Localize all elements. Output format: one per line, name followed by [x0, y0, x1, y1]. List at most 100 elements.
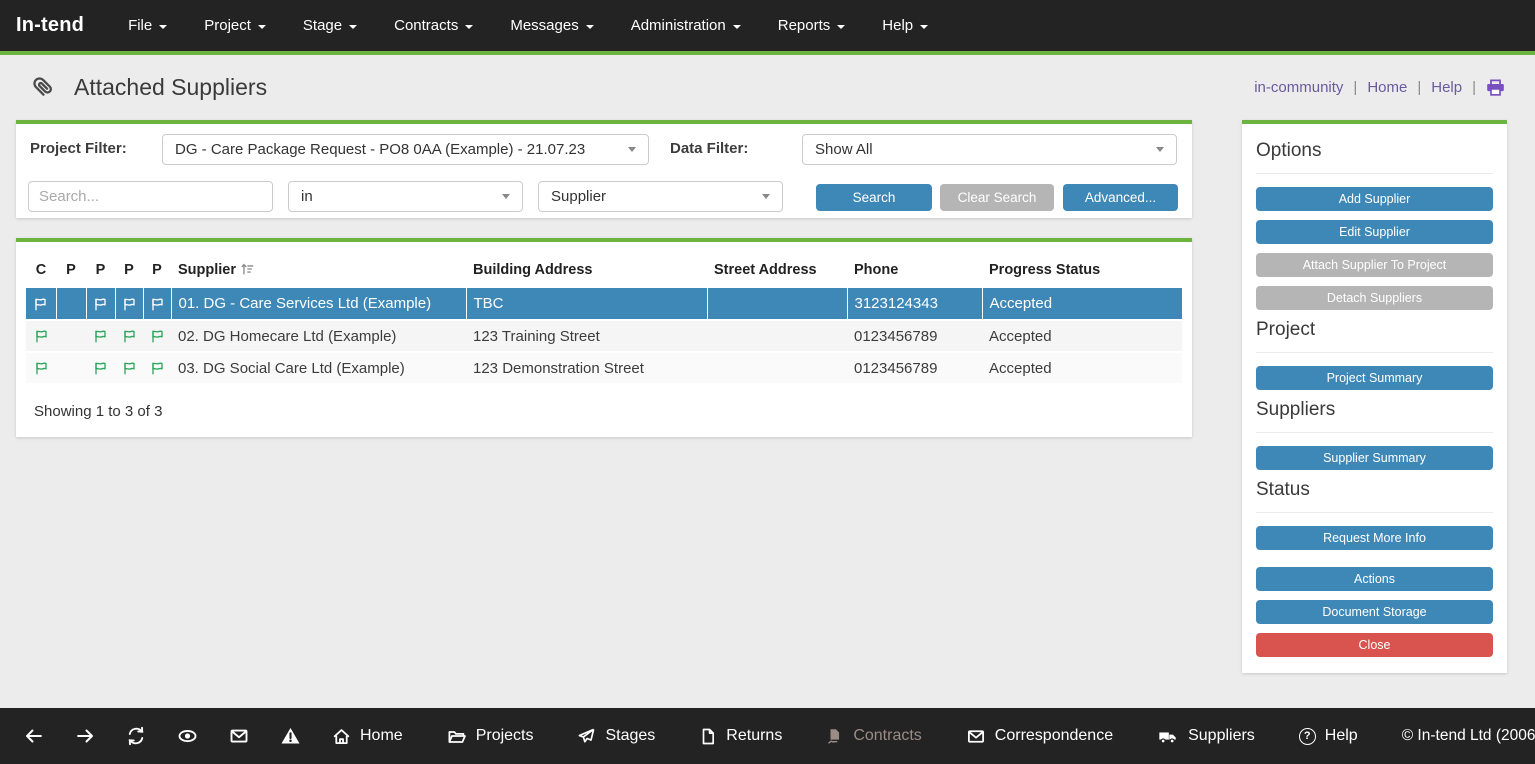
col-header-street-address[interactable]: Street Address	[707, 252, 847, 288]
search-input[interactable]	[28, 181, 273, 212]
project-filter-select[interactable]: DG - Care Package Request - PO8 0AA (Exa…	[162, 134, 649, 165]
table-header-row: C P P P P Supplier Building Address Stre…	[26, 252, 1182, 288]
flag-icon	[122, 329, 137, 344]
paper-plane-icon	[577, 727, 596, 746]
search-field-select[interactable]: Supplier	[538, 181, 783, 212]
app-brand: In-tend	[16, 14, 84, 37]
supplier-summary-button[interactable]: Supplier Summary	[1256, 446, 1493, 470]
flag-icon	[122, 361, 137, 376]
flag-icon	[150, 329, 165, 344]
warning-icon[interactable]	[280, 726, 301, 746]
sidebar-heading-status: Status	[1256, 479, 1493, 501]
actions-button[interactable]: Actions	[1256, 567, 1493, 591]
menu-messages[interactable]: Messages	[510, 17, 593, 34]
link-in-community[interactable]: in-community	[1254, 79, 1343, 96]
col-header-p3: P	[115, 252, 143, 288]
cell-progress-status: Accepted	[982, 320, 1182, 352]
request-more-info-button[interactable]: Request More Info	[1256, 526, 1493, 550]
cell-building-address: TBC	[466, 288, 707, 320]
caret-down-icon	[1156, 147, 1164, 152]
caret-down-icon	[349, 25, 357, 29]
cell-phone: 0123456789	[847, 352, 982, 384]
menu-help[interactable]: Help	[882, 17, 928, 34]
flag-icon	[93, 297, 108, 312]
document-storage-button[interactable]: Document Storage	[1256, 600, 1493, 624]
table-summary: Showing 1 to 3 of 3	[34, 403, 1192, 420]
divider	[1256, 173, 1493, 174]
cell-street-address	[707, 320, 847, 352]
printer-icon[interactable]	[1486, 79, 1505, 96]
detach-suppliers-button[interactable]: Detach Suppliers	[1256, 286, 1493, 310]
cell-phone: 3123124343	[847, 288, 982, 320]
caret-down-icon	[258, 25, 266, 29]
flag-icon	[33, 297, 48, 312]
col-header-phone[interactable]: Phone	[847, 252, 982, 288]
col-header-building-address[interactable]: Building Address	[466, 252, 707, 288]
attach-supplier-button[interactable]: Attach Supplier To Project	[1256, 253, 1493, 277]
cell-street-address	[707, 288, 847, 320]
close-button[interactable]: Close	[1256, 633, 1493, 657]
table-row[interactable]: 03. DG Social Care Ltd (Example) 123 Dem…	[26, 352, 1182, 384]
sidebar-heading-suppliers: Suppliers	[1256, 399, 1493, 421]
sidebar-heading-options: Options	[1256, 140, 1493, 162]
caret-down-icon	[502, 194, 510, 199]
cell-building-address: 123 Demonstration Street	[466, 352, 707, 384]
caret-down-icon	[733, 25, 741, 29]
top-navbar: In-tend File Project Stage Contracts Mes…	[0, 0, 1535, 55]
table-row[interactable]: 01. DG - Care Services Ltd (Example) TBC…	[26, 288, 1182, 320]
footer-item-returns[interactable]: Returns	[699, 727, 782, 746]
caret-down-icon	[628, 147, 636, 152]
edit-supplier-button[interactable]: Edit Supplier	[1256, 220, 1493, 244]
menu-contracts[interactable]: Contracts	[394, 17, 473, 34]
col-header-supplier[interactable]: Supplier	[171, 252, 466, 288]
cell-progress-status: Accepted	[982, 352, 1182, 384]
footer-item-help[interactable]: ? Help	[1299, 727, 1358, 745]
col-header-progress-status[interactable]: Progress Status	[982, 252, 1182, 288]
caret-down-icon	[586, 25, 594, 29]
search-operator-select[interactable]: in	[288, 181, 523, 212]
advanced-button[interactable]: Advanced...	[1063, 184, 1178, 211]
col-header-p4: P	[143, 252, 171, 288]
footer-item-stages[interactable]: Stages	[577, 727, 655, 746]
menu-stage[interactable]: Stage	[303, 17, 357, 34]
question-circle-icon: ?	[1299, 728, 1316, 745]
caret-down-icon	[762, 194, 770, 199]
home-icon	[332, 727, 351, 746]
table-row[interactable]: 02. DG Homecare Ltd (Example) 123 Traini…	[26, 320, 1182, 352]
data-filter-select[interactable]: Show All	[802, 134, 1177, 165]
menu-project[interactable]: Project	[204, 17, 266, 34]
cell-progress-status: Accepted	[982, 288, 1182, 320]
footer-item-correspondence[interactable]: Correspondence	[966, 727, 1113, 746]
flag-icon	[150, 297, 165, 312]
menu-administration[interactable]: Administration	[631, 17, 741, 34]
truck-icon	[1157, 727, 1179, 746]
footer-item-contracts[interactable]: Contracts	[826, 727, 921, 746]
divider	[1256, 352, 1493, 353]
eye-icon[interactable]	[177, 726, 198, 746]
flag-icon	[93, 361, 108, 376]
cell-street-address	[707, 352, 847, 384]
forward-icon[interactable]	[75, 726, 95, 746]
add-supplier-button[interactable]: Add Supplier	[1256, 187, 1493, 211]
search-button[interactable]: Search	[816, 184, 932, 211]
refresh-icon[interactable]	[126, 726, 146, 746]
footer-item-suppliers[interactable]: Suppliers	[1157, 727, 1255, 746]
project-summary-button[interactable]: Project Summary	[1256, 366, 1493, 390]
caret-down-icon	[465, 25, 473, 29]
clear-search-button[interactable]: Clear Search	[940, 184, 1054, 211]
flag-icon	[122, 297, 137, 312]
footer-item-home[interactable]: Home	[332, 727, 403, 746]
sort-amount-up-icon	[240, 262, 254, 276]
envelope-icon	[966, 727, 986, 746]
document-icon	[699, 727, 717, 746]
back-icon[interactable]	[24, 726, 44, 746]
link-help[interactable]: Help	[1431, 79, 1462, 96]
mail-icon[interactable]	[229, 726, 249, 746]
divider	[1256, 512, 1493, 513]
footer-item-projects[interactable]: Projects	[447, 727, 534, 746]
link-home[interactable]: Home	[1367, 79, 1407, 96]
menu-file[interactable]: File	[128, 17, 167, 34]
folder-open-icon	[447, 727, 467, 746]
col-header-p2: P	[86, 252, 115, 288]
menu-reports[interactable]: Reports	[778, 17, 846, 34]
